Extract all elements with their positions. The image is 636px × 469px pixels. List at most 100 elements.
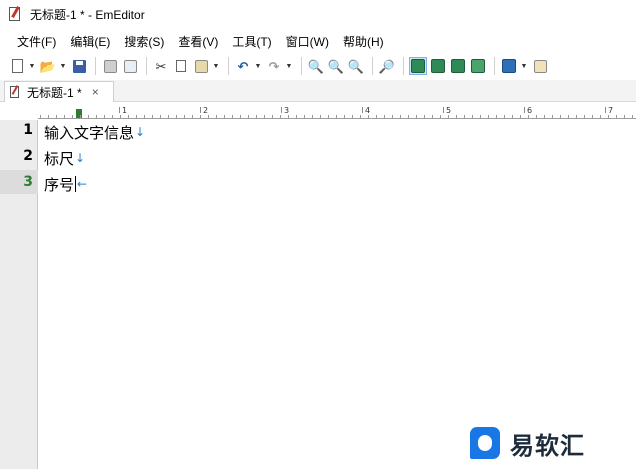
ruler-minor-tick — [464, 115, 465, 118]
menu-bar: 文件(F) 编辑(E) 搜索(S) 查看(V) 工具(T) 窗口(W) 帮助(H… — [0, 30, 636, 52]
ruler-minor-tick — [424, 115, 425, 118]
ruler-minor-tick — [472, 115, 473, 118]
text-editor[interactable]: 输入文字信息 ↓ 标尺 ↓ 序号 ← — [39, 120, 636, 469]
emeditor-app-icon — [8, 6, 22, 22]
ruler-minor-tick — [368, 115, 369, 118]
paste-icon[interactable] — [192, 57, 210, 75]
print-icon[interactable] — [101, 57, 119, 75]
ruler-label: 6 — [527, 106, 533, 115]
line-text: 序号 — [44, 175, 75, 194]
wrap-icon[interactable] — [409, 57, 427, 75]
export-icon[interactable] — [469, 57, 487, 75]
ruler-minor-tick — [88, 115, 89, 118]
ruler-minor-tick — [72, 115, 73, 118]
ruler-major-tick — [281, 107, 282, 113]
ruler-minor-tick — [128, 115, 129, 118]
ruler-minor-tick — [48, 115, 49, 118]
ruler-minor-tick — [344, 115, 345, 118]
ruler-minor-tick — [312, 115, 313, 118]
text-caret — [75, 176, 77, 192]
open-dropdown[interactable]: ▼ — [59, 57, 67, 75]
ruler-minor-tick — [352, 115, 353, 118]
menu-window[interactable]: 窗口(W) — [279, 33, 336, 50]
cut-icon[interactable]: ✂ — [152, 57, 170, 75]
ruler-minor-tick — [64, 115, 65, 118]
toolbar-separator — [494, 57, 495, 75]
newline-mark-icon: ↓ — [135, 125, 146, 139]
save-icon[interactable] — [70, 57, 88, 75]
menu-help[interactable]: 帮助(H) — [336, 33, 391, 50]
editor-line[interactable]: 输入文字信息 ↓ — [44, 121, 145, 143]
ruler-minor-tick — [448, 115, 449, 118]
toolbar: ▼ 📂 ▼ ✂ ▼ ↶ ▼ ↷ ▼ 🔍 🔍 🔍 🔎 ▼ — [0, 54, 636, 78]
find-next-icon[interactable]: 🔍 — [327, 57, 345, 75]
ruler-minor-tick — [600, 115, 601, 118]
ruler-label: 2 — [203, 106, 209, 115]
editor-line[interactable]: 标尺 ↓ — [44, 147, 85, 169]
ruler-major-tick — [605, 107, 606, 113]
new-doc-icon[interactable] — [8, 57, 26, 75]
toolbar-separator — [301, 57, 302, 75]
ruler-minor-tick — [416, 115, 417, 118]
document-tab[interactable]: 无标题-1 * × — [4, 81, 114, 102]
macro-dropdown[interactable]: ▼ — [520, 57, 528, 75]
view-mode-icon[interactable] — [429, 57, 447, 75]
ruler[interactable]: 1 2 3 4 5 6 7 — [38, 106, 636, 119]
ruler-minor-tick — [432, 115, 433, 118]
find-icon[interactable]: 🔍 — [307, 57, 325, 75]
sync-icon[interactable] — [449, 57, 467, 75]
ruler-minor-tick — [360, 115, 361, 118]
document-tab-bar: 无标题-1 * × — [0, 80, 636, 102]
menu-edit[interactable]: 编辑(E) — [63, 33, 117, 50]
ruler-major-tick — [119, 107, 120, 113]
ruler-minor-tick — [392, 115, 393, 118]
ruler-minor-tick — [592, 115, 593, 118]
ruler-minor-tick — [520, 115, 521, 118]
toolbar-separator — [95, 57, 96, 75]
ruler-minor-tick — [568, 115, 569, 118]
redo-dropdown[interactable]: ▼ — [285, 57, 293, 75]
menu-search[interactable]: 搜索(S) — [117, 33, 171, 50]
ruler-minor-tick — [456, 115, 457, 118]
print-preview-icon[interactable] — [121, 57, 139, 75]
newline-mark-icon: ↓ — [75, 151, 86, 165]
window-title: 无标题-1 * - EmEditor — [30, 7, 145, 22]
new-doc-dropdown[interactable]: ▼ — [28, 57, 36, 75]
find-prev-icon[interactable]: 🔍 — [347, 57, 365, 75]
ruler-major-tick — [443, 107, 444, 113]
ruler-minor-tick — [216, 115, 217, 118]
ruler-minor-tick — [576, 115, 577, 118]
ruler-minor-tick — [336, 115, 337, 118]
line-number: 2 — [23, 148, 33, 164]
toolbar-separator — [146, 57, 147, 75]
close-tab-icon[interactable]: × — [92, 85, 99, 99]
menu-tools[interactable]: 工具(T) — [225, 33, 278, 50]
config-icon[interactable] — [531, 57, 549, 75]
ruler-minor-tick — [400, 115, 401, 118]
ruler-origin-marker — [76, 109, 82, 118]
highlight-icon[interactable]: 🔎 — [378, 57, 396, 75]
ruler-minor-tick — [168, 115, 169, 118]
line-number: 1 — [23, 122, 33, 138]
ruler-minor-tick — [304, 115, 305, 118]
ruler-minor-tick — [152, 115, 153, 118]
ruler-minor-tick — [584, 115, 585, 118]
editor-line[interactable]: 序号 ← — [44, 173, 87, 195]
ruler-minor-tick — [120, 115, 121, 118]
document-tab-label: 无标题-1 * — [27, 85, 82, 100]
open-folder-icon[interactable]: 📂 — [39, 57, 57, 75]
ruler-minor-tick — [104, 115, 105, 118]
copy-icon[interactable] — [172, 57, 190, 75]
ruler-minor-tick — [288, 115, 289, 118]
menu-view[interactable]: 查看(V) — [171, 33, 225, 50]
macro-icon[interactable] — [500, 57, 518, 75]
undo-icon[interactable]: ↶ — [234, 57, 252, 75]
line-text: 标尺 — [44, 149, 75, 168]
ruler-minor-tick — [240, 115, 241, 118]
undo-dropdown[interactable]: ▼ — [254, 57, 262, 75]
eof-mark-icon: ← — [77, 177, 88, 191]
redo-icon[interactable]: ↷ — [265, 57, 283, 75]
ruler-minor-tick — [200, 115, 201, 118]
menu-file[interactable]: 文件(F) — [10, 33, 63, 50]
paste-dropdown[interactable]: ▼ — [212, 57, 220, 75]
